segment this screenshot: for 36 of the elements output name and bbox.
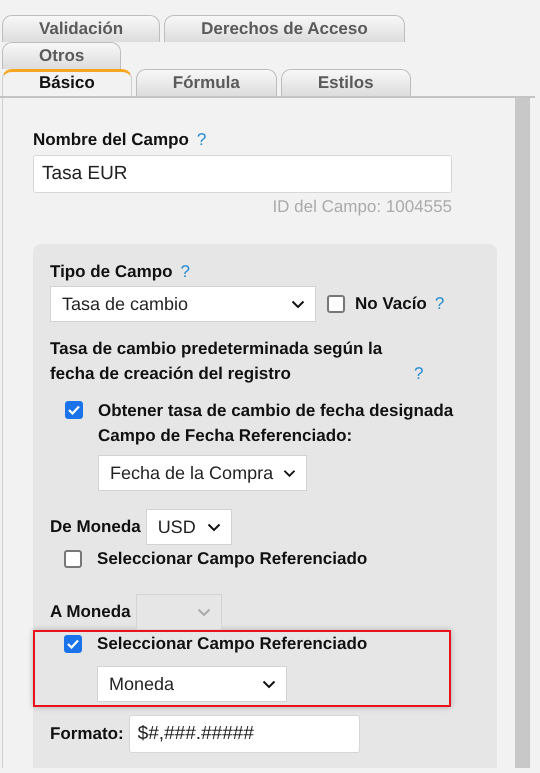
field-label: A Moneda <box>50 602 131 622</box>
chevron-icon <box>283 468 296 478</box>
checkbox-label: Obtener tasa de cambio de fecha designada <box>98 400 454 422</box>
help-link[interactable]: ? <box>414 361 424 386</box>
checkbox-label: No Vacío <box>355 294 427 314</box>
field-label: Campo de Fecha Referenciado: <box>98 425 354 447</box>
dropdown[interactable]: Fecha de la Compra <box>98 455 307 491</box>
section-heading: Tasa de cambio predeterminada según la fecha de creación del registro <box>50 338 384 385</box>
chevron-icon <box>262 680 276 688</box>
scrollbar[interactable] <box>515 98 530 768</box>
help-link[interactable]: ? <box>434 294 444 314</box>
tab[interactable]: Validación <box>2 15 160 42</box>
tab[interactable]: Otros <box>2 42 122 69</box>
tab[interactable]: Derechos de Acceso <box>164 15 405 42</box>
text-field[interactable]: Tasa EUR <box>33 155 452 193</box>
help-link[interactable]: ? <box>196 130 206 150</box>
field-label: De Moneda <box>50 517 141 537</box>
text-field[interactable]: $#,###.##### <box>128 715 360 753</box>
help-link[interactable]: ? <box>180 262 190 282</box>
chevron-icon <box>206 522 221 532</box>
checkbox-label: Seleccionar Campo Referenciado <box>97 549 368 569</box>
checkbox[interactable] <box>64 550 82 568</box>
field-label: Nombre del Campo <box>33 130 189 150</box>
field-id: ID del Campo: 1004555 <box>271 197 452 217</box>
dropdown[interactable]: Tasa de cambio <box>50 286 316 322</box>
chevron-icon <box>291 300 305 308</box>
tab[interactable]: Fórmula <box>136 69 277 96</box>
dropdown[interactable]: USD <box>146 509 232 545</box>
field-label: Tipo de Campo <box>50 262 172 282</box>
chevron-icon <box>196 608 211 616</box>
tab[interactable]: Básico <box>2 69 132 96</box>
checkbox[interactable] <box>327 295 345 313</box>
checkbox[interactable] <box>65 401 83 419</box>
checkbox-label: Seleccionar Campo Referenciado <box>97 634 368 654</box>
tab[interactable]: Estilos <box>280 69 411 96</box>
field-label: Formato: <box>50 724 124 744</box>
